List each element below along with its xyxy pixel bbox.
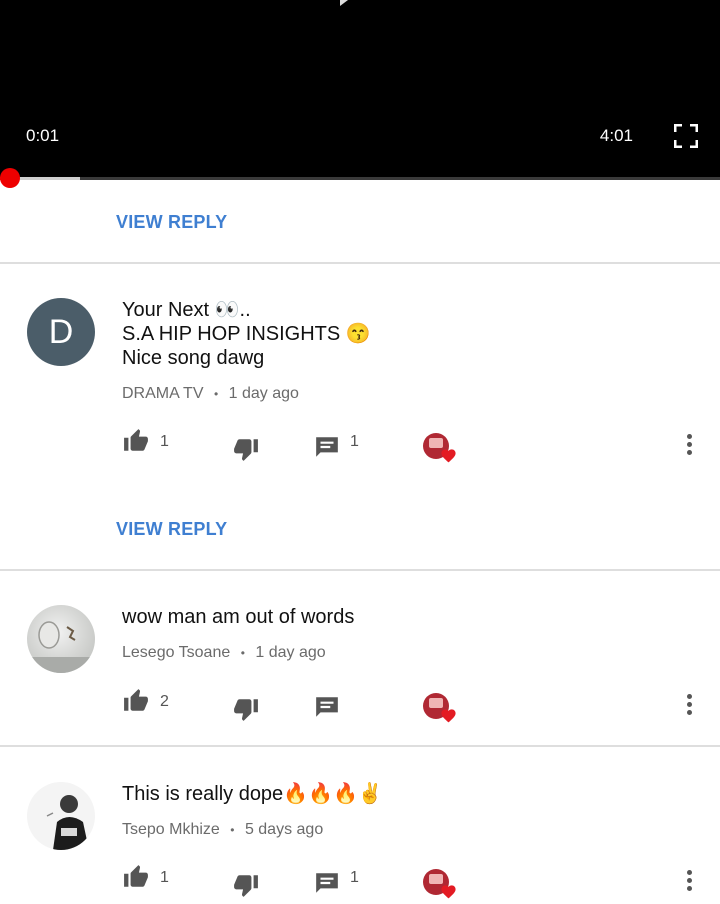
progress-track[interactable] <box>0 177 720 180</box>
more-vert-icon[interactable] <box>680 692 700 722</box>
duration: 4:01 <box>599 126 633 145</box>
view-reply-link[interactable]: VIEW REPLY <box>116 519 227 540</box>
like-count: 1 <box>160 433 169 450</box>
comment-line: S.A HIP HOP INSIGHTS 😙 <box>122 323 371 345</box>
fullscreen-icon[interactable] <box>674 124 698 148</box>
comment-meta: Tsepo Mkhize • 5 days ago <box>122 821 323 839</box>
creator-heart-icon <box>423 869 457 903</box>
like-count: 1 <box>160 869 169 886</box>
video-player[interactable]: 0:01 4:01 <box>0 0 720 178</box>
thumb-down-icon[interactable] <box>232 696 260 722</box>
meta-separator: • <box>240 646 245 660</box>
avatar[interactable] <box>27 605 95 673</box>
comment-time: 1 day ago <box>228 385 299 402</box>
reply-count: 1 <box>350 433 359 450</box>
comment-author[interactable]: DRAMA TV <box>122 385 204 402</box>
comment-actions: 1 1 <box>0 864 720 904</box>
thumb-up-icon[interactable] <box>122 864 150 890</box>
comment-line: Your Next 👀.. <box>122 299 251 321</box>
comment-meta: Lesego Tsoane • 1 day ago <box>122 644 326 662</box>
avatar[interactable]: D <box>27 298 95 366</box>
comment-author[interactable]: Tsepo Mkhize <box>122 821 220 838</box>
divider <box>0 745 720 747</box>
more-vert-icon[interactable] <box>680 868 700 898</box>
meta-separator: • <box>213 387 219 401</box>
thumb-down-icon[interactable] <box>232 872 260 898</box>
comment-actions: 1 1 <box>0 428 720 468</box>
comment-meta: DRAMA TV • 1 day ago <box>122 385 299 403</box>
comment-line: This is really dope🔥🔥🔥✌ <box>122 783 383 805</box>
reply-icon[interactable] <box>314 434 340 460</box>
meta-separator: • <box>230 823 235 837</box>
thumb-up-icon[interactable] <box>122 428 150 454</box>
current-time: 0:01 <box>26 126 60 145</box>
comment-actions: 2 <box>0 688 720 728</box>
avatar[interactable] <box>27 782 95 850</box>
reply-count: 1 <box>350 869 359 886</box>
divider <box>0 262 720 264</box>
play-icon[interactable] <box>340 0 348 6</box>
like-count: 2 <box>160 693 169 710</box>
more-vert-icon[interactable] <box>680 432 700 462</box>
reply-icon[interactable] <box>314 694 340 720</box>
creator-heart-icon <box>423 693 457 727</box>
comment-text: wow man am out of words <box>122 605 354 629</box>
comment-time: 1 day ago <box>255 644 326 661</box>
comment-author[interactable]: Lesego Tsoane <box>122 644 230 661</box>
reply-icon[interactable] <box>314 870 340 896</box>
creator-heart-icon <box>423 433 457 467</box>
comment-text: Your Next 👀.. S.A HIP HOP INSIGHTS 😙 Nic… <box>122 298 371 370</box>
thumb-down-icon[interactable] <box>232 436 260 462</box>
scrubber-handle[interactable] <box>0 168 20 188</box>
comment-line: wow man am out of words <box>122 606 355 628</box>
divider <box>0 569 720 571</box>
avatar-letter: D <box>48 312 74 351</box>
comment-time: 5 days ago <box>244 821 324 838</box>
thumb-up-icon[interactable] <box>122 688 150 714</box>
comment-line: Nice song dawg <box>122 347 265 369</box>
comment-text: This is really dope🔥🔥🔥✌ <box>122 782 383 806</box>
view-reply-link[interactable]: VIEW REPLY <box>116 212 227 233</box>
